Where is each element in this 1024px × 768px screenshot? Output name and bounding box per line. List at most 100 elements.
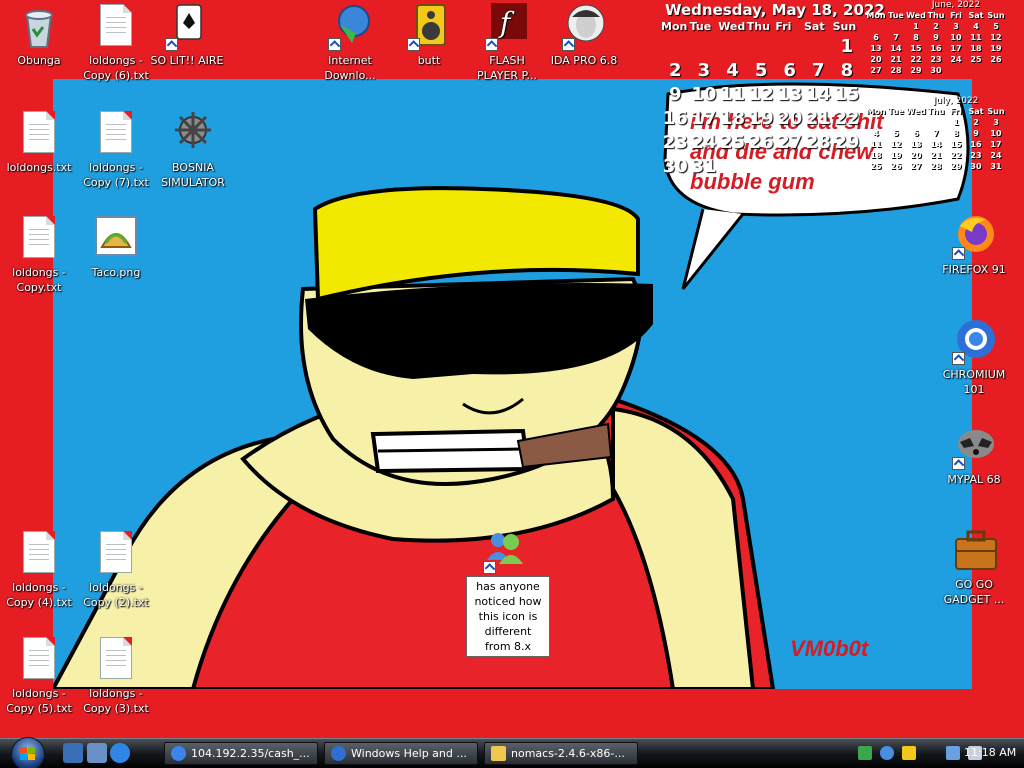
tray-speaker-icon[interactable] [902,746,917,760]
calendar-month-july: July, 2022 Mon Tue Wed Thu Fri Sat Sun 1234567… [866,96,1006,172]
desktop-icon-copy5[interactable]: loldongs - Copy (5).txt [1,636,77,716]
calendar-day: 20 [777,108,803,129]
calendar-day: 12 [990,33,1002,42]
desktop-icon-taco[interactable]: Taco.png [78,215,154,280]
calendar-day: 17 [691,108,717,129]
desktop-icon-butt[interactable]: butt [391,3,467,68]
calendar-day: 15 [910,44,922,53]
desktop-icon-bosnia[interactable]: BOSNIA SIMULATOR [155,110,231,190]
desktop-icon-loldongs[interactable]: loldongs.txt [1,110,77,175]
calendar-day: 12 [748,84,774,105]
desktop-icon-copy3[interactable]: loldongs - Copy (3).txt [78,636,154,716]
calendar-day: 5 [893,129,899,138]
internet-explorer-icon[interactable] [110,743,130,763]
calendar-day: 4 [973,22,979,31]
calendar-day: 25 [870,162,882,171]
text-file-icon [92,3,140,51]
desktop-icon-copy6[interactable]: loldongs - Copy (6).txt [78,3,154,83]
desktop-icon-copy4[interactable]: loldongs - Copy (4).txt [1,530,77,610]
calendar-day: 14 [890,44,902,53]
tray-app-icon[interactable] [858,746,872,760]
firefox-icon [950,212,998,260]
desktop-icon-idm[interactable]: Internet Downlo... [312,3,388,83]
desktop-icon-flash[interactable]: f FLASH PLAYER P... [469,3,545,83]
calendar-date: Wednesday, May 18, 2022 [665,1,885,19]
calendar-day: 20 [910,151,922,160]
calendar-day: 26 [990,55,1002,64]
calendar-day [747,35,776,59]
desktop-icon-copy7[interactable]: loldongs - Copy (7).txt [78,110,154,190]
desktop-icon-mypal[interactable]: MYPAL 68 [936,422,1012,487]
calendar-day: 16 [662,108,688,129]
calendar-days: 1 2 3 4 5 6 7 8 9 10 11 12 13 14 15 16 17 18 19 20 21 22 23 24 2… [661,35,861,179]
calendar-day: 29 [834,132,860,153]
calendar-day: 28 [930,162,942,171]
calendar-day: 7 [812,60,825,81]
desktop-icon-recycle-bin[interactable]: Obunga [1,3,77,68]
calendar-day [886,21,906,32]
calendar-day: 7 [893,33,899,42]
calendar-day: 20 [870,55,882,64]
calendar-day: 6 [873,33,879,42]
shortcut-arrow-icon [485,38,498,51]
calendar-day: 19 [890,151,902,160]
switch-windows-icon[interactable] [87,743,107,763]
desktop-icon-gadget[interactable]: GO GO GADGET ... [936,527,1012,607]
show-desktop-icon[interactable] [63,743,83,763]
calendar-day: 4 [873,129,879,138]
icon-label: GO GO GADGET ... [943,578,1005,606]
calendar-weekday: Sat [803,20,825,33]
taskbar-item[interactable]: nomacs-2.4.6-x86-... [484,742,638,765]
calendar-day: 25 [719,132,746,153]
calendar-day: 3 [993,118,999,127]
briefcase-icon [950,527,998,575]
desktop-icon-firefox[interactable]: FIREFOX 91 [936,212,1012,277]
icon-tooltip: has anyone noticed how this icon is diff… [466,576,550,657]
calendar-day: 12 [890,140,902,149]
text-file-icon [15,530,63,578]
calendar-day: 24 [950,55,962,64]
desktop-icon-solit[interactable]: SO LIT!! AIRE [149,3,225,68]
text-file-icon [15,636,63,684]
desktop-icon-ida[interactable]: IDA PRO 6.8 [546,3,622,68]
calendar-day: 8 [840,60,854,81]
calendar-day: 2 [669,60,682,81]
calendar-weekday: Thu [927,11,945,20]
desktop-icon-chromium[interactable]: CHROMIUM 101 [936,317,1012,397]
calendar-day: 31 [990,162,1002,171]
icon-label: loldongs.txt [6,161,72,174]
desktop-icon-messenger[interactable] [474,530,534,576]
calendar-day [690,35,719,59]
taco-image-icon [92,215,140,263]
calendar-day: 3 [953,22,959,31]
icon-label: loldongs - Copy (5).txt [6,687,72,715]
calendar-day: 23 [662,132,688,153]
desktop-icon-copy2[interactable]: loldongs - Copy (2).txt [78,530,154,610]
calendar-day [775,35,804,59]
task-label: Windows Help and ... [351,747,467,760]
icon-label: loldongs - Copy (2).txt [83,581,149,609]
calendar-day: 6 [783,60,796,81]
calendar-day: 24 [691,132,717,153]
calendar-day: 10 [691,84,717,105]
calendar-day: 19 [748,108,774,129]
taskbar-item[interactable]: Windows Help and ... [324,742,478,765]
shortcut-arrow-icon [407,38,420,51]
taskbar-clock[interactable]: 11:18 AM [964,746,1016,759]
tray-network-icon[interactable] [946,746,961,760]
calendar-day: 16 [930,44,942,53]
tray-sync-icon[interactable] [880,746,895,760]
desktop-icon-copy[interactable]: loldongs - Copy.txt [1,215,77,295]
calendar-day: 17 [950,44,962,53]
speaker-icon [405,3,453,51]
calendar-day: 26 [748,132,774,153]
start-button[interactable] [6,737,52,768]
calendar-weekday: Tue [888,11,904,20]
calendar-month-may: Mon Tue Wed Thu Fri Sat Sun 1 2 3 4 5 6 7 8 9 10 11 12 13 1… [661,20,861,179]
calendar-weekday: Tue [888,107,904,116]
taskbar-item[interactable]: 104.192.2.35/cash_... [164,742,318,765]
calendar-day: 21 [805,108,831,129]
calendar-day: 23 [930,55,942,64]
calendar-day: 27 [777,132,803,153]
calendar-weekday: Sun [987,107,1005,116]
